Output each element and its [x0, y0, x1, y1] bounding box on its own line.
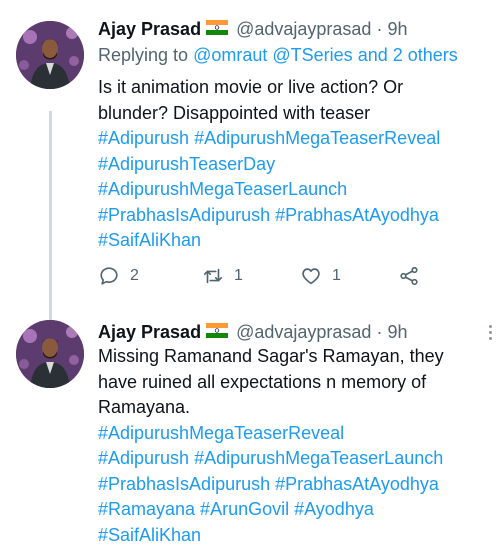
hashtag-line[interactable]: #PrabhasIsAdipurush #PrabhasAtAyodhya [98, 472, 493, 498]
author-name[interactable]: Ajay Prasad [98, 19, 201, 39]
share-icon [400, 266, 418, 286]
reply-button[interactable]: 2 [98, 265, 139, 287]
replying-label: Replying to [98, 45, 189, 65]
timestamp[interactable]: 9h [387, 322, 407, 342]
hashtag-line[interactable]: #AdipurushMegaTeaserLaunch [98, 177, 493, 203]
separator-dot: · [376, 322, 383, 342]
hashtag-line[interactable]: #Adipurush #AdipurushMegaTeaserLaunch [98, 446, 493, 472]
tweet-1[interactable]: Ajay Prasad @advajayprasad · 9h Replying… [0, 17, 502, 327]
hashtag-line[interactable]: #AdipurushMegaTeaserReveal [98, 421, 493, 447]
tweet-2[interactable]: Ajay Prasad @advajayprasad · 9h Missing … [0, 320, 502, 552]
hashtag-line[interactable]: #PrabhasIsAdipurush #PrabhasAtAyodhya [98, 203, 493, 229]
india-flag-icon [206, 17, 229, 41]
thread-line [49, 111, 52, 327]
more-icon[interactable] [489, 322, 492, 343]
hashtag-line[interactable]: #Adipurush #AdipurushMegaTeaserReveal [98, 126, 493, 152]
timestamp[interactable]: 9h [387, 19, 407, 39]
retweet-button[interactable]: 1 [202, 265, 243, 287]
reply-icon [100, 267, 118, 285]
replying-to: Replying to @omraut @TSeries and 2 other… [98, 43, 458, 67]
retweet-icon [203, 268, 223, 284]
separator-dot: · [376, 19, 383, 39]
text-line: Is it animation movie or live action? Or [98, 77, 404, 97]
share-button[interactable] [398, 265, 430, 287]
reply-count: 2 [130, 267, 139, 284]
tweet-text: Missing Ramanand Sagar's Ramayan, they h… [98, 344, 493, 548]
hashtag-line[interactable]: #AdipurushTeaserDay [98, 152, 493, 178]
avatar[interactable] [16, 320, 84, 388]
text-line: have ruined all expectations n memory of [98, 371, 427, 392]
tweet-text: Is it animation movie or live action? Or… [98, 75, 493, 254]
avatar[interactable] [16, 21, 84, 89]
hashtag-line[interactable]: #SaifAliKhan [98, 523, 493, 549]
author-handle[interactable]: @advajayprasad [236, 322, 371, 342]
text-line: blunder? Disappointed with teaser [98, 102, 371, 123]
retweet-count: 1 [234, 267, 243, 284]
india-flag-icon [206, 320, 229, 344]
replying-and: and [357, 45, 388, 65]
like-count: 1 [332, 267, 341, 284]
heart-icon [302, 268, 320, 285]
text-line: Missing Ramanand Sagar's Ramayan, they [98, 346, 444, 366]
replying-others-link[interactable]: 2 others [393, 45, 458, 65]
hashtag-line[interactable]: #SaifAliKhan [98, 228, 493, 254]
tweet-actions: 2 1 1 [98, 265, 428, 289]
like-button[interactable]: 1 [300, 265, 341, 287]
tweet-header: Ajay Prasad @advajayprasad · 9h [98, 320, 408, 346]
replying-users[interactable]: @omraut @TSeries [193, 45, 353, 65]
author-handle[interactable]: @advajayprasad [236, 19, 371, 39]
tweet-header: Ajay Prasad @advajayprasad · 9h [98, 17, 408, 43]
hashtag-line[interactable]: #Ramayana #ArunGovil #Ayodhya [98, 497, 493, 523]
author-name[interactable]: Ajay Prasad [98, 322, 201, 342]
text-line: Ramayana. [98, 397, 191, 417]
